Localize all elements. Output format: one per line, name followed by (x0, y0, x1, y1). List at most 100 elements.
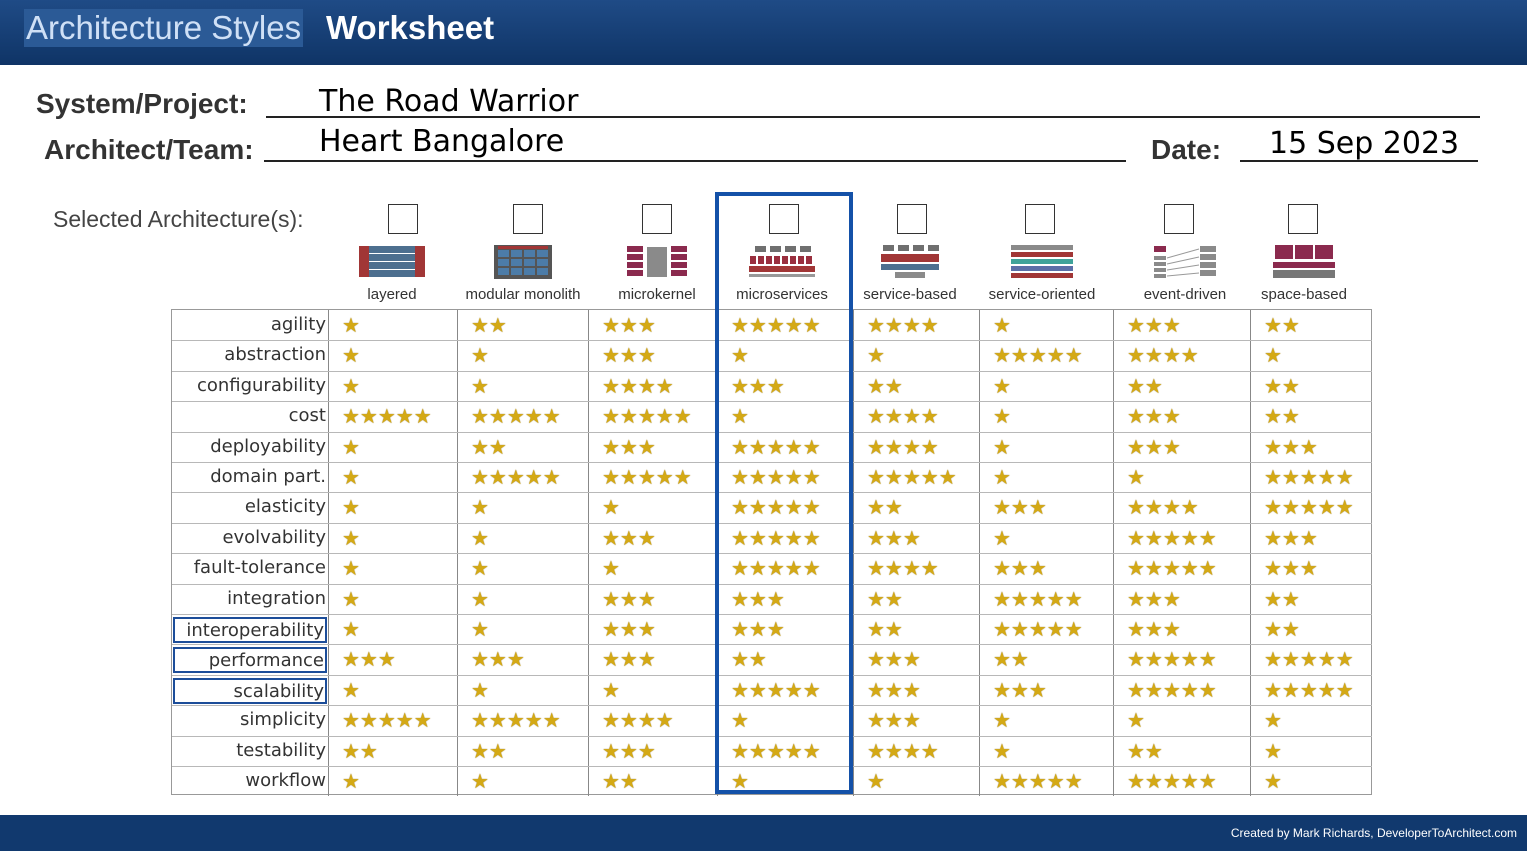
team-value[interactable]: Heart Bangalore (319, 124, 564, 159)
star-rating: ★★★ (1127, 404, 1181, 428)
star-rating: ★ (471, 556, 489, 580)
star-rating: ★★★★★ (993, 587, 1083, 611)
select-checkbox-service-based[interactable] (897, 204, 927, 234)
star-rating: ★★★ (342, 647, 396, 671)
architecture-header-microkernel: microkernel (592, 202, 722, 306)
star-rating: ★★★ (471, 647, 525, 671)
star-rating: ★ (342, 769, 360, 793)
star-rating: ★★★ (602, 617, 656, 641)
star-rating: ★ (342, 435, 360, 459)
star-rating: ★ (471, 769, 489, 793)
star-rating: ★★★ (602, 313, 656, 337)
star-rating: ★★★★★ (1127, 769, 1217, 793)
star-rating: ★ (342, 587, 360, 611)
star-rating: ★ (1264, 739, 1282, 763)
star-rating: ★★★ (602, 435, 656, 459)
modular-monolith-icon (494, 245, 552, 279)
highlighted-architecture-frame (715, 192, 853, 794)
selected-architectures-label: Selected Architecture(s): (53, 206, 304, 232)
footer-credit: Created by Mark Richards, DeveloperToArc… (1230, 826, 1517, 840)
select-checkbox-service-oriented[interactable] (1025, 204, 1055, 234)
architecture-name: service-oriented (988, 286, 1096, 303)
architecture-header-event-driven: event-driven (1120, 202, 1250, 306)
select-checkbox-modular-monolith[interactable] (513, 204, 543, 234)
team-label: Architect/Team: (44, 134, 254, 165)
select-checkbox-event-driven[interactable] (1164, 204, 1194, 234)
star-rating: ★★★★★ (471, 465, 561, 489)
star-rating: ★★ (993, 647, 1029, 671)
characteristic-label: domain part. (210, 466, 326, 487)
star-rating: ★ (602, 678, 620, 702)
layered-architecture-icon (359, 246, 425, 277)
star-rating: ★★ (1264, 374, 1300, 398)
star-rating: ★ (342, 678, 360, 702)
project-value[interactable]: The Road Warrior (319, 84, 578, 119)
star-rating: ★★★★★ (1127, 678, 1217, 702)
star-rating: ★★ (1127, 739, 1163, 763)
star-rating: ★★ (867, 495, 903, 519)
star-rating: ★★ (867, 374, 903, 398)
star-rating: ★★★★ (867, 739, 939, 763)
date-underline (1240, 160, 1478, 162)
star-rating: ★ (993, 435, 1011, 459)
date-label: Date: (1151, 134, 1222, 165)
star-rating: ★★★ (602, 587, 656, 611)
star-rating: ★★★★ (1127, 495, 1199, 519)
star-rating: ★ (993, 708, 1011, 732)
star-rating: ★ (1264, 343, 1282, 367)
star-rating: ★ (867, 343, 885, 367)
star-rating: ★★★★★ (471, 404, 561, 428)
star-rating: ★ (602, 495, 620, 519)
star-rating: ★ (993, 465, 1011, 489)
date-value[interactable]: 15 Sep 2023 (1269, 126, 1459, 161)
characteristic-label: agility (270, 314, 326, 335)
star-rating: ★★★ (1127, 313, 1181, 337)
star-rating: ★ (1264, 769, 1282, 793)
architecture-header-service-based: service-based (845, 202, 975, 306)
star-rating: ★★ (1127, 374, 1163, 398)
footer-bar: Created by Mark Richards, DeveloperToArc… (0, 815, 1527, 851)
star-rating: ★★★ (867, 678, 921, 702)
star-rating: ★★★★ (867, 556, 939, 580)
star-rating: ★ (1127, 708, 1145, 732)
characteristic-label: cost (288, 405, 326, 426)
star-rating: ★★★★★ (1264, 678, 1354, 702)
star-rating: ★★★★ (867, 313, 939, 337)
star-rating: ★★★★ (602, 708, 674, 732)
characteristic-label: fault-tolerance (193, 557, 326, 578)
star-rating: ★ (342, 495, 360, 519)
star-rating: ★★★★★ (993, 617, 1083, 641)
star-rating: ★★★ (993, 678, 1047, 702)
star-rating: ★ (342, 556, 360, 580)
star-rating: ★★★ (1264, 556, 1318, 580)
select-checkbox-layered[interactable] (388, 204, 418, 234)
star-rating: ★★ (1264, 404, 1300, 428)
star-rating: ★★ (1264, 313, 1300, 337)
characteristic-label: configurability (196, 375, 326, 396)
star-rating: ★ (1264, 708, 1282, 732)
service-oriented-icon (1011, 245, 1073, 278)
star-rating: ★★ (867, 587, 903, 611)
architecture-name: layered (367, 286, 417, 303)
select-checkbox-microkernel[interactable] (642, 204, 672, 234)
characteristic-label: scalability (173, 678, 327, 704)
star-rating: ★ (342, 526, 360, 550)
star-rating: ★★★ (993, 495, 1047, 519)
star-rating: ★★★★★ (602, 465, 692, 489)
star-rating: ★★★ (993, 556, 1047, 580)
characteristic-label: testability (236, 740, 326, 761)
select-checkbox-space-based[interactable] (1288, 204, 1318, 234)
architecture-header-service-oriented: service-oriented (977, 202, 1107, 306)
star-rating: ★ (993, 526, 1011, 550)
star-rating: ★★★★★ (1127, 556, 1217, 580)
star-rating: ★★★★ (602, 374, 674, 398)
star-rating: ★★★★★ (342, 708, 432, 732)
star-rating: ★ (471, 617, 489, 641)
star-rating: ★ (993, 739, 1011, 763)
star-rating: ★★ (471, 313, 507, 337)
space-based-icon (1273, 245, 1335, 278)
star-rating: ★★★ (867, 647, 921, 671)
architecture-header-space-based: space-based (1239, 202, 1369, 306)
star-rating: ★★★ (1264, 526, 1318, 550)
title-part-2: Worksheet (326, 9, 495, 46)
